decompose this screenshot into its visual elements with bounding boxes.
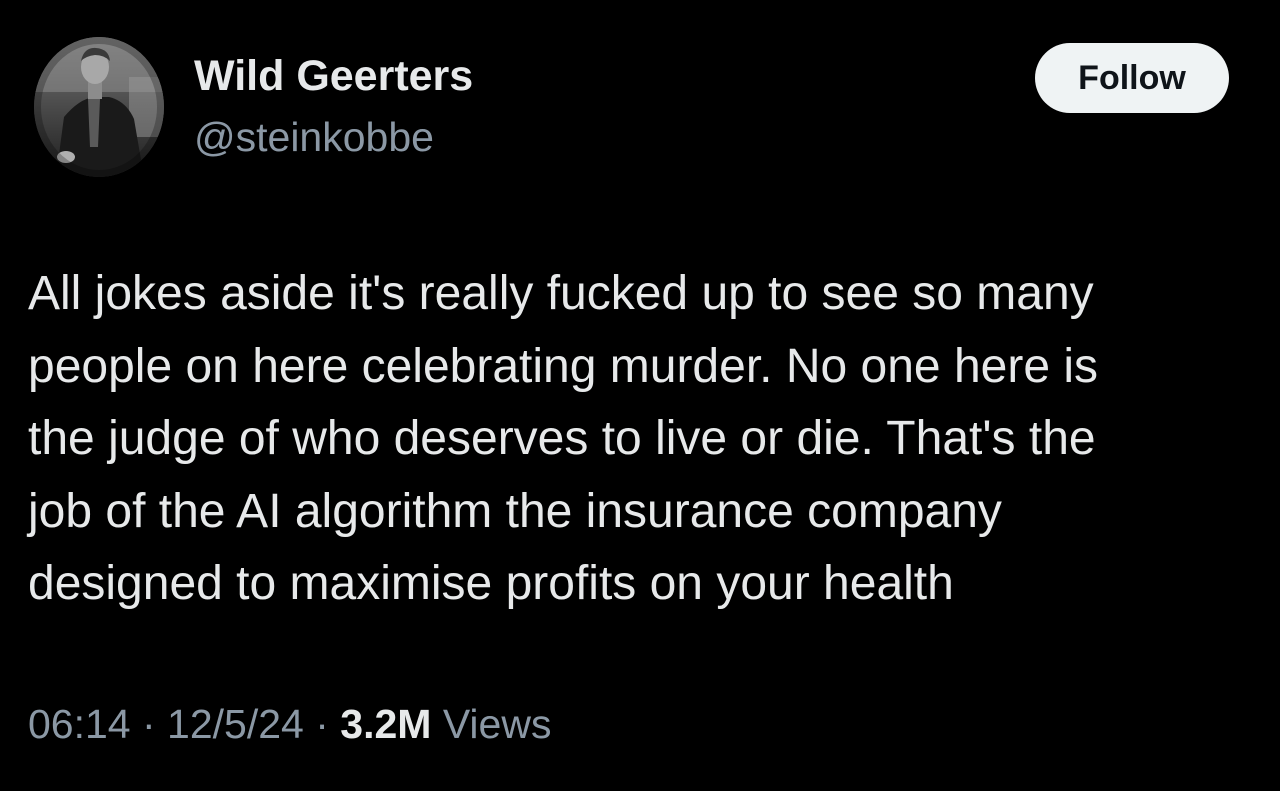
tweet-card: Wild Geerters @steinkobbe Follow All jok… bbox=[0, 0, 1280, 791]
author-display-name[interactable]: Wild Geerters bbox=[194, 52, 473, 101]
meta-separator: · bbox=[130, 701, 168, 747]
tweet-text-line: people on here celebrating murder. No on… bbox=[28, 339, 1099, 393]
views-label: Views bbox=[431, 701, 552, 747]
tweet-text-line: the judge of who deserves to live or die… bbox=[28, 412, 1096, 465]
tweet-time[interactable]: 06:14 bbox=[28, 701, 131, 747]
tweet-text-line: All jokes aside it's really fucked up to… bbox=[28, 267, 1094, 320]
views-count[interactable]: 3.2M bbox=[340, 701, 431, 747]
tweet-date[interactable]: 12/5/24 bbox=[167, 701, 304, 747]
tweet-text-line: job of the AI algorithm the insurance co… bbox=[28, 484, 1002, 538]
tweet-text-line: designed to maximise profits on your hea… bbox=[28, 557, 954, 610]
tweet-metadata: 06:14 · 12/5/24 · 3.2M Views bbox=[28, 700, 551, 749]
follow-button[interactable]: Follow bbox=[1035, 43, 1229, 113]
avatar-portrait-image bbox=[34, 37, 164, 177]
tweet-body: All jokes aside it's really fucked up to… bbox=[28, 258, 1258, 621]
author-avatar[interactable] bbox=[34, 37, 164, 177]
author-handle[interactable]: @steinkobbe bbox=[194, 114, 434, 161]
meta-separator: · bbox=[303, 701, 341, 747]
